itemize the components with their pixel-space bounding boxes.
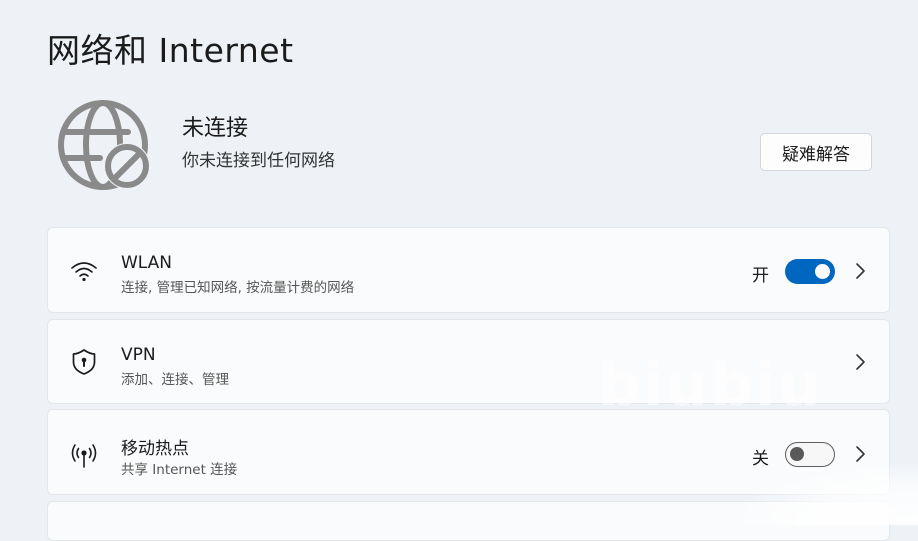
- toggle-knob: [815, 264, 830, 279]
- settings-item-description: 共享 Internet 连接: [121, 462, 238, 478]
- settings-item-title: VPN: [121, 345, 156, 365]
- hotspot-icon: [68, 439, 100, 471]
- connection-status: 未连接 你未连接到任何网络: [58, 100, 878, 195]
- status-subtitle: 你未连接到任何网络: [182, 151, 335, 171]
- settings-item-mobile-hotspot[interactable]: 移动热点 共享 Internet 连接 关: [47, 409, 890, 495]
- settings-item-partial[interactable]: [47, 501, 890, 541]
- page-title: 网络和 Internet: [47, 31, 294, 70]
- wlan-toggle[interactable]: [785, 259, 835, 284]
- toggle-state-label: 关: [752, 449, 769, 469]
- status-title: 未连接: [182, 116, 249, 141]
- settings-item-title: 移动热点: [121, 439, 189, 459]
- settings-item-description: 添加、连接、管理: [121, 372, 229, 388]
- chevron-right-icon: [856, 263, 865, 279]
- mobile-hotspot-toggle[interactable]: [785, 442, 835, 467]
- settings-item-description: 连接, 管理已知网络, 按流量计费的网络: [121, 280, 355, 296]
- chevron-right-icon: [856, 446, 865, 462]
- globe-disconnected-icon: [58, 100, 150, 190]
- wifi-icon: [68, 255, 100, 287]
- settings-item-wlan[interactable]: WLAN 连接, 管理已知网络, 按流量计费的网络 开: [47, 227, 890, 313]
- toggle-state-label: 开: [752, 266, 769, 286]
- troubleshoot-button[interactable]: 疑难解答: [760, 133, 872, 171]
- toggle-knob: [790, 447, 804, 461]
- chevron-right-icon: [856, 354, 865, 370]
- settings-item-vpn[interactable]: VPN 添加、连接、管理: [47, 319, 890, 404]
- settings-item-title: WLAN: [121, 253, 173, 273]
- shield-icon: [68, 346, 100, 378]
